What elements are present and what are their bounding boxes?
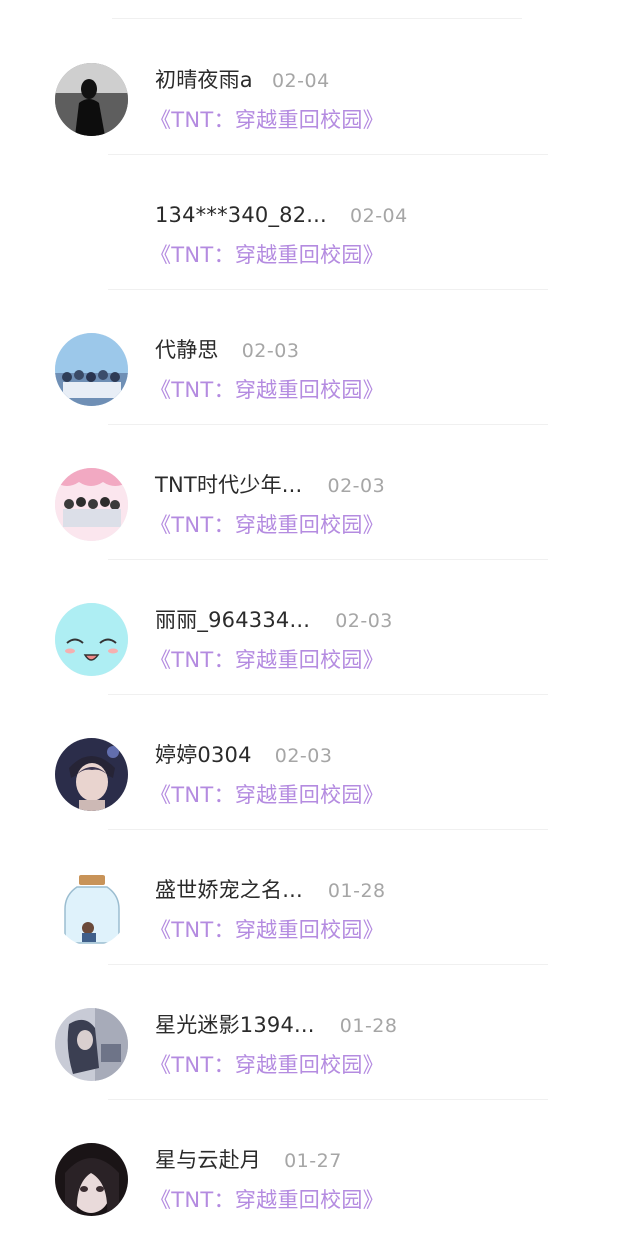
comment-date: 02-03 [274, 745, 333, 767]
user-name[interactable]: TNT时代少年... [155, 473, 302, 497]
avatar[interactable] [55, 63, 128, 136]
list-item[interactable]: 初晴夜雨a 02-04 《TNT：穿越重回校园》 [0, 45, 640, 180]
book-title-link[interactable]: 《TNT：穿越重回校园》 [150, 914, 384, 946]
avatar[interactable] [55, 873, 128, 946]
book-title-link[interactable]: 《TNT：穿越重回校园》 [150, 104, 384, 136]
book-title-link[interactable]: 《TNT：穿越重回校园》 [150, 509, 384, 541]
list-item[interactable]: 盛世娇宠之名... 01-28 《TNT：穿越重回校园》 [0, 855, 640, 990]
comment-date: 01-28 [339, 1015, 398, 1037]
divider [108, 289, 548, 290]
list-item[interactable]: 婷婷0304 02-03 《TNT：穿越重回校园》 [0, 720, 640, 855]
comment-date: 02-03 [327, 475, 386, 497]
divider [108, 694, 548, 695]
list-item[interactable]: 134***340_82... 02-04 《TNT：穿越重回校园》 [0, 180, 640, 315]
comment-date: 02-03 [241, 340, 300, 362]
book-title-link[interactable]: 《TNT：穿越重回校园》 [150, 239, 384, 271]
divider [108, 829, 548, 830]
divider [108, 424, 548, 425]
avatar[interactable] [55, 333, 128, 406]
book-title-link[interactable]: 《TNT：穿越重回校园》 [150, 644, 384, 676]
user-name[interactable]: 星与云赴月 [155, 1148, 261, 1172]
list-item[interactable]: TNT时代少年... 02-03 《TNT：穿越重回校园》 [0, 450, 640, 585]
user-name[interactable]: 星光迷影1394... [155, 1013, 315, 1037]
comment-date: 02-04 [350, 205, 408, 227]
book-title-link[interactable]: 《TNT：穿越重回校园》 [150, 779, 384, 811]
user-name[interactable]: 代静思 [155, 338, 219, 362]
user-name[interactable]: 134***340_82... [155, 203, 327, 227]
comment-date: 02-03 [335, 610, 393, 632]
avatar[interactable] [55, 198, 128, 271]
comment-date: 02-04 [271, 70, 330, 92]
divider [112, 18, 522, 19]
book-title-link[interactable]: 《TNT：穿越重回校园》 [150, 1049, 384, 1081]
divider [108, 1099, 548, 1100]
user-name[interactable]: 丽丽_964334... [155, 608, 310, 632]
comment-date: 01-28 [327, 880, 386, 902]
avatar[interactable] [55, 738, 128, 811]
comment-list: 初晴夜雨a 02-04 《TNT：穿越重回校园》 134***340_82...… [0, 0, 640, 1231]
book-title-link[interactable]: 《TNT：穿越重回校园》 [150, 1184, 384, 1216]
book-title-link[interactable]: 《TNT：穿越重回校园》 [150, 374, 384, 406]
list-item[interactable]: 星光迷影1394... 01-28 《TNT：穿越重回校园》 [0, 990, 640, 1125]
divider [108, 559, 548, 560]
avatar[interactable] [55, 468, 128, 541]
avatar[interactable] [55, 603, 128, 676]
divider [108, 154, 548, 155]
user-name[interactable]: 盛世娇宠之名... [155, 878, 303, 902]
avatar[interactable] [55, 1143, 128, 1216]
user-name[interactable]: 初晴夜雨a [155, 68, 253, 92]
avatar[interactable] [55, 1008, 128, 1081]
list-item[interactable]: 代静思 02-03 《TNT：穿越重回校园》 [0, 315, 640, 450]
list-item[interactable]: 星与云赴月 01-27 《TNT：穿越重回校园》 [0, 1125, 640, 1260]
user-name[interactable]: 婷婷0304 [155, 743, 252, 767]
comment-date: 01-27 [284, 1150, 342, 1172]
divider [108, 964, 548, 965]
list-item[interactable]: 丽丽_964334... 02-03 《TNT：穿越重回校园》 [0, 585, 640, 720]
